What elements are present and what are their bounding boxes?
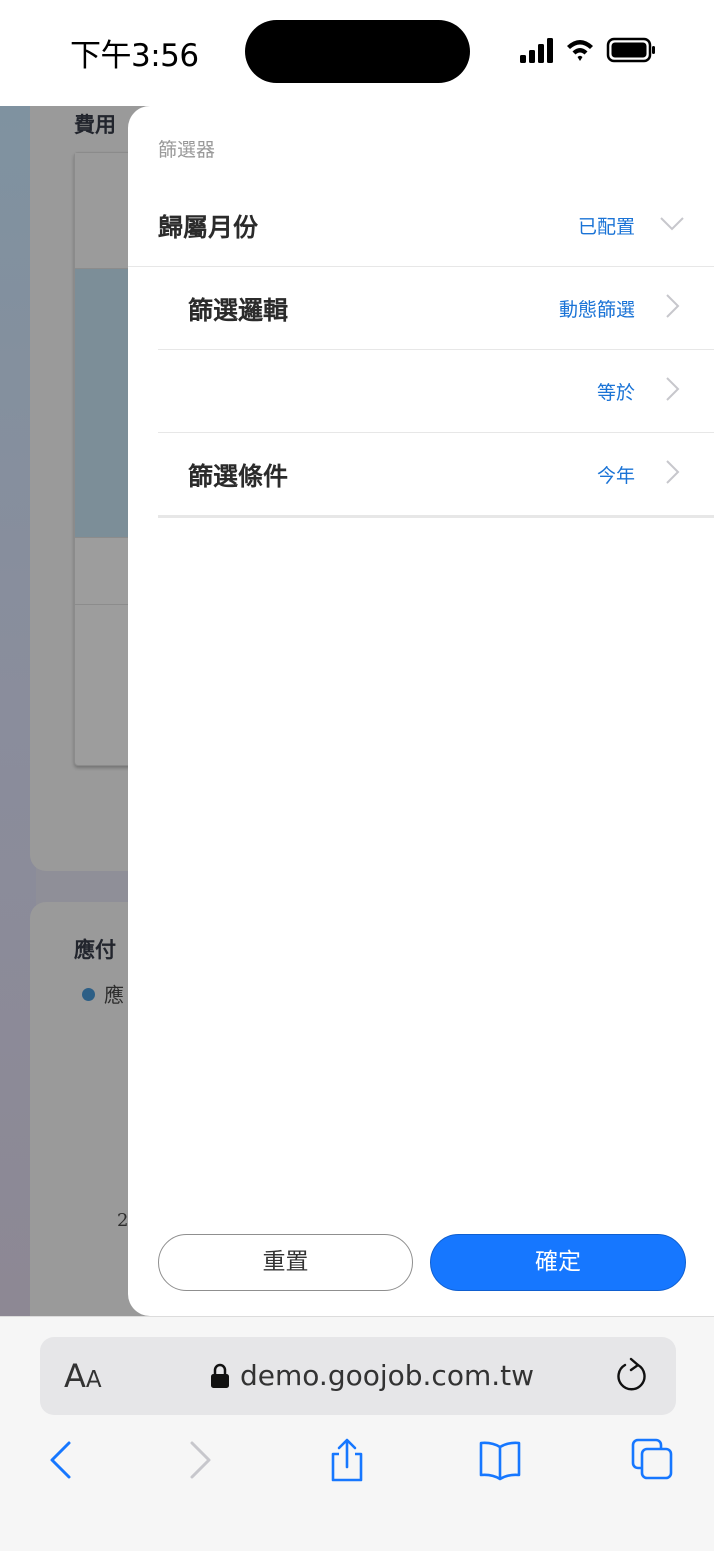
filter-row-label: 歸屬月份: [158, 213, 259, 242]
address-bar[interactable]: AA demo.goojob.com.tw: [40, 1337, 676, 1415]
filter-row-value: 今年: [596, 465, 635, 487]
lock-icon: [211, 1363, 229, 1388]
chevron-down-icon[interactable]: [658, 208, 686, 238]
browser-toolbar: AA demo.goojob.com.tw: [0, 1316, 714, 1551]
status-bar: 下午3:56: [0, 0, 714, 106]
filter-row-label: 篩選邏輯: [188, 296, 289, 325]
back-icon[interactable]: [42, 1437, 86, 1483]
forward-icon[interactable]: [180, 1437, 224, 1483]
legend-dot: [82, 988, 95, 1001]
filter-panel: 篩選器 歸屬月份 已配置 篩選邏輯 動態篩選 等於 篩選條件 今年 重置 確定: [128, 106, 714, 1316]
legend-label: 應: [104, 983, 124, 1007]
reset-button[interactable]: 重置: [158, 1234, 413, 1291]
filter-row-label: 篩選條件: [188, 462, 289, 491]
filter-row-condition[interactable]: 篩選條件 今年: [128, 433, 714, 515]
tabs-icon[interactable]: [630, 1437, 674, 1483]
status-time: 下午3:56: [70, 38, 199, 74]
axis-tick-label: 2: [117, 1210, 129, 1231]
expense-card-title: 費用: [74, 113, 116, 137]
filter-row-value: 動態篩選: [558, 299, 635, 321]
text-size-button[interactable]: AA: [64, 1357, 102, 1395]
share-icon[interactable]: [325, 1437, 369, 1483]
filter-row-logic[interactable]: 篩選邏輯 動態篩選: [128, 267, 714, 349]
filter-row-operator[interactable]: 等於: [128, 350, 714, 432]
panel-title: 篩選器: [158, 139, 216, 161]
divider: [158, 515, 714, 518]
filter-row-value: 已配置: [577, 216, 635, 238]
text-size-label-small: A: [85, 1367, 102, 1393]
wifi-icon: [567, 40, 593, 61]
chevron-right-icon[interactable]: [658, 457, 686, 487]
chevron-right-icon[interactable]: [658, 374, 686, 404]
cellular-signal-icon: [520, 38, 553, 63]
battery-icon: [606, 37, 655, 63]
status-icons: [520, 37, 655, 63]
text-size-label-big: A: [64, 1357, 86, 1395]
chevron-right-icon[interactable]: [658, 291, 686, 321]
payable-card-title: 應付: [74, 938, 116, 962]
bookmarks-icon[interactable]: [478, 1437, 522, 1483]
filter-row-value: 等於: [596, 382, 635, 404]
confirm-button[interactable]: 確定: [430, 1234, 686, 1291]
filter-row-month[interactable]: 歸屬月份 已配置: [128, 184, 714, 266]
reload-icon[interactable]: [614, 1357, 650, 1395]
dynamic-island: [245, 20, 470, 83]
url-text[interactable]: demo.goojob.com.tw: [240, 1359, 534, 1392]
